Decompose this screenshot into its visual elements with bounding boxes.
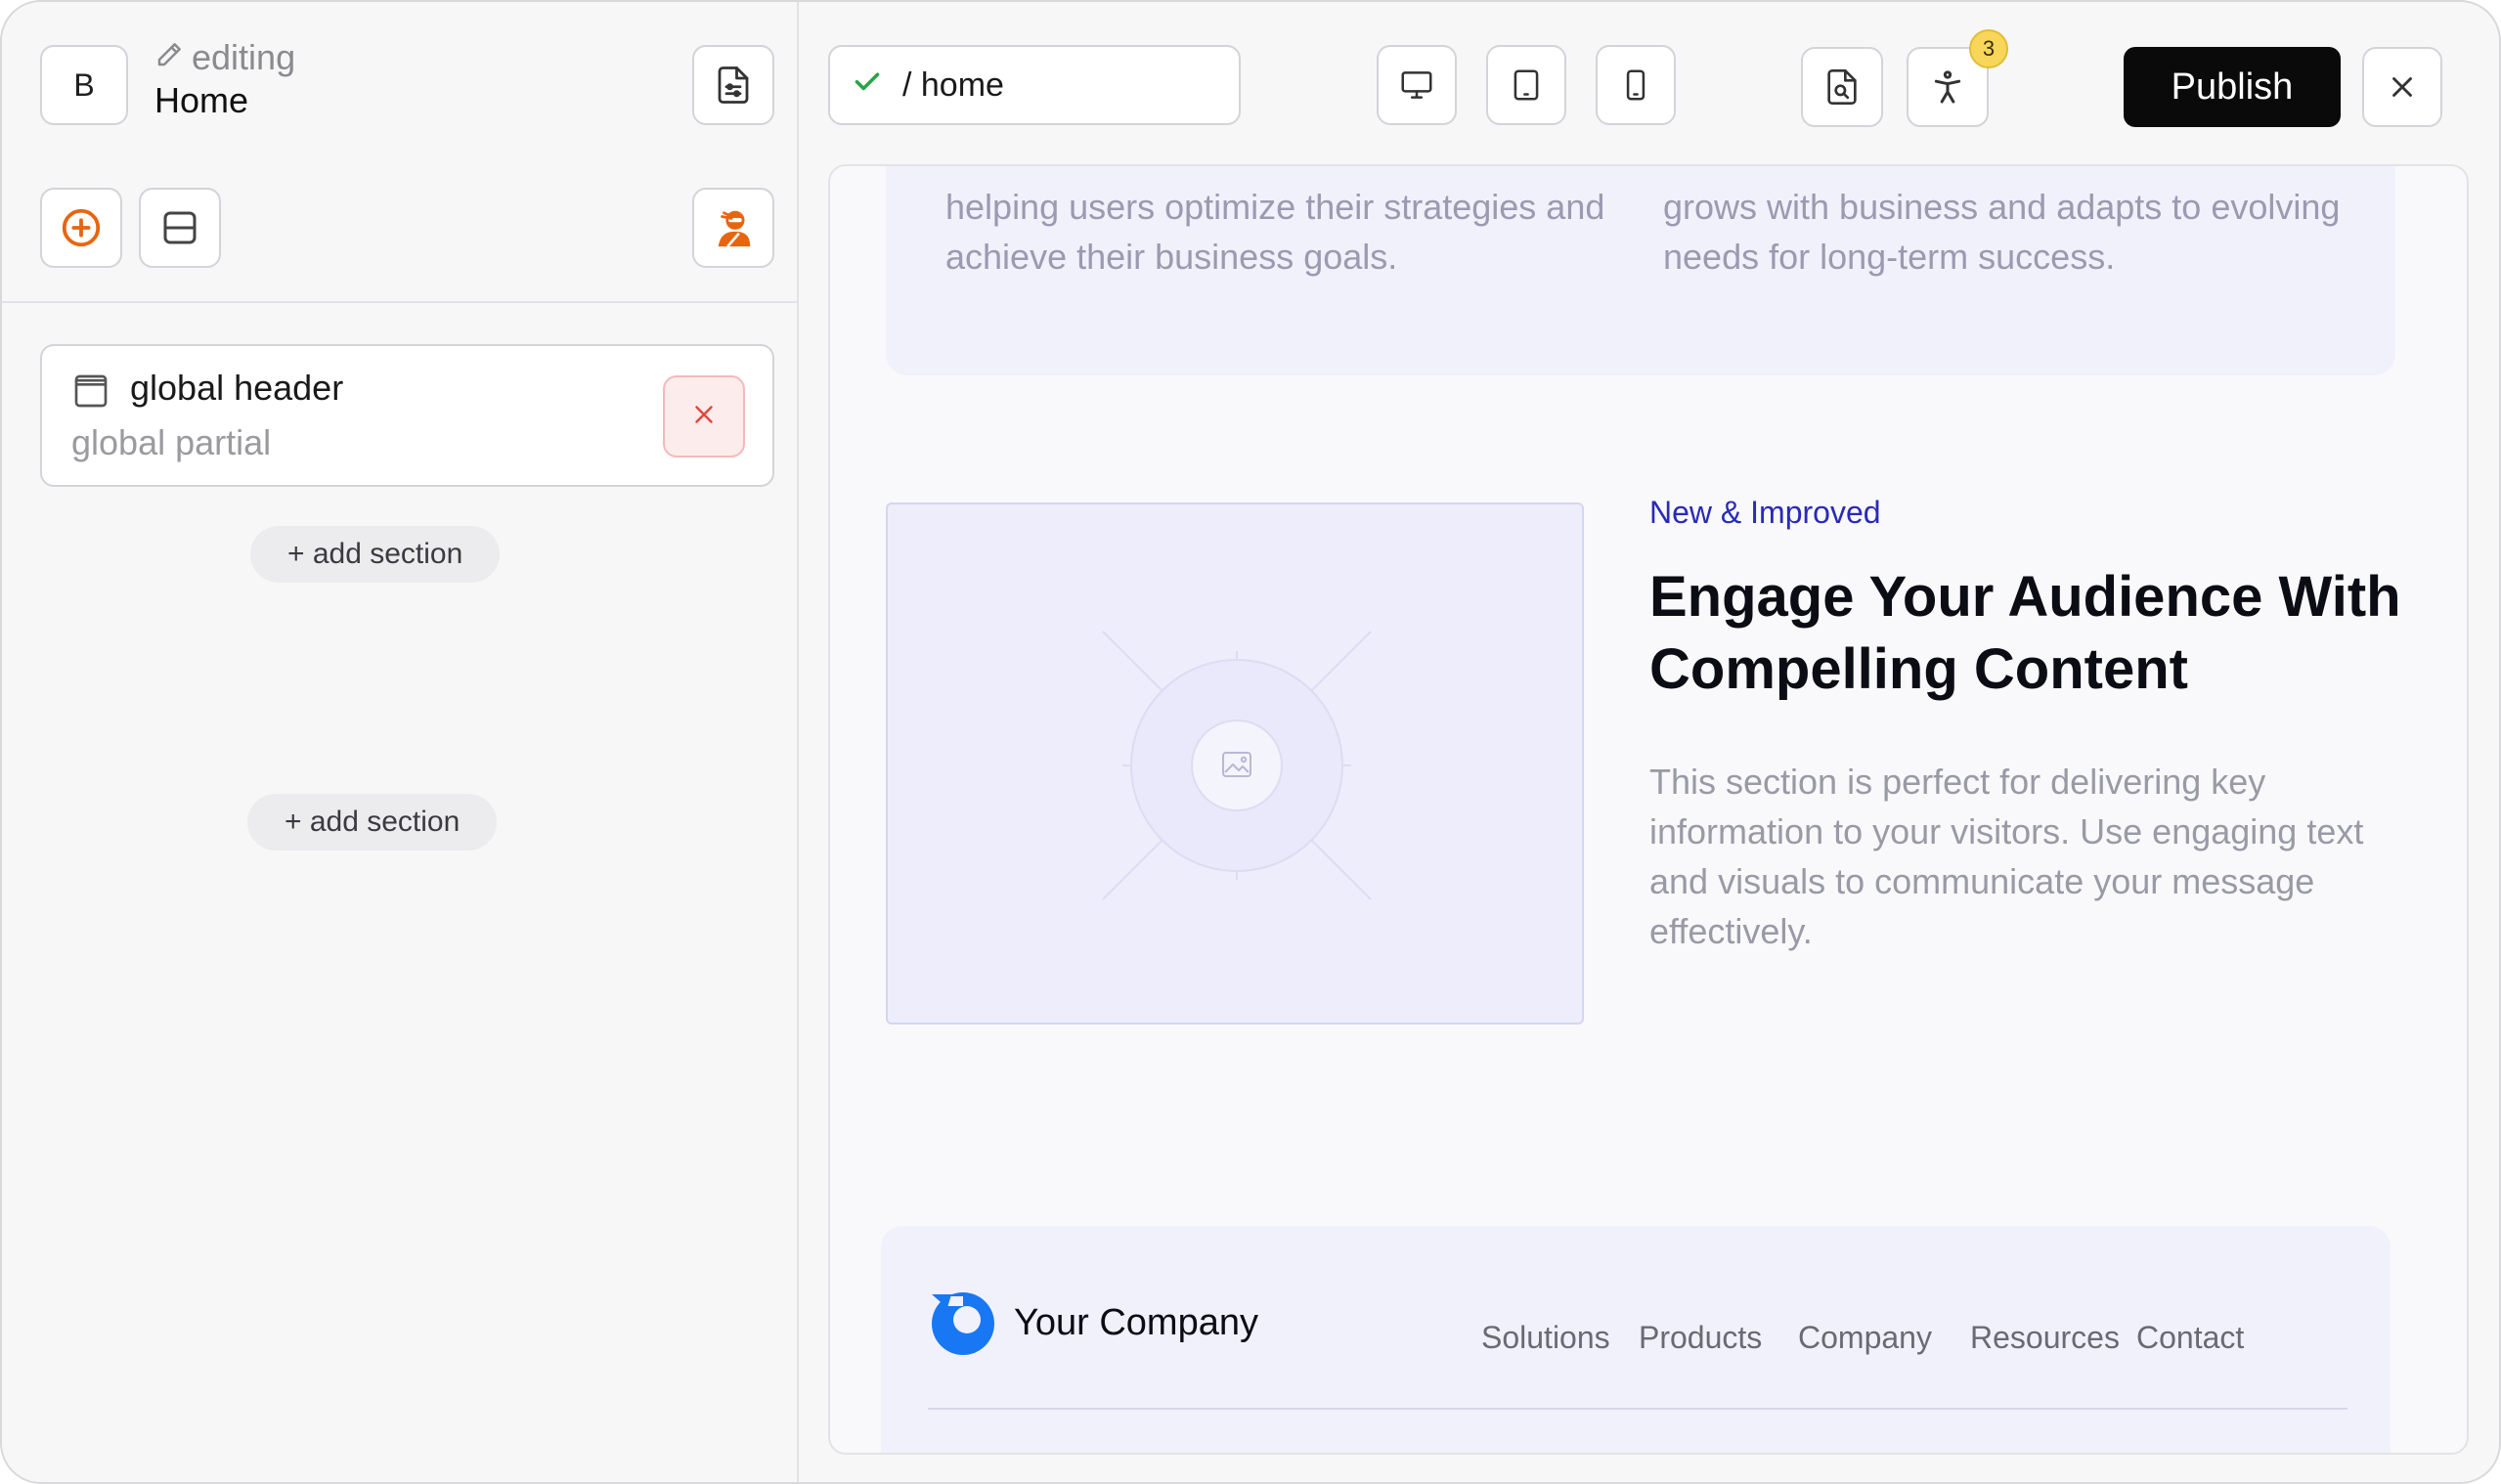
- document-settings-icon: [713, 65, 754, 106]
- image-placeholder[interactable]: [886, 502, 1584, 1025]
- sidebar: B editing Home global header global part…: [2, 2, 799, 1482]
- page-preview-canvas[interactable]: helping users optimize their strategies …: [828, 164, 2469, 1455]
- mobile-icon: [1617, 66, 1654, 104]
- section-title: global header: [130, 368, 344, 408]
- footer-divider: [928, 1408, 2347, 1410]
- footer-nav-company[interactable]: Company: [1798, 1320, 1932, 1356]
- seo-search-icon: [1822, 67, 1862, 107]
- avatar-initial: B: [73, 66, 95, 103]
- publish-button[interactable]: Publish: [2124, 47, 2341, 127]
- footer-nav-solutions[interactable]: Solutions: [1481, 1320, 1610, 1356]
- company-logo-icon: [928, 1287, 998, 1362]
- seo-settings-button[interactable]: [1801, 47, 1883, 127]
- section-subtitle: global partial: [71, 422, 272, 462]
- sidebar-divider: [2, 301, 799, 303]
- header-section-icon: [71, 371, 110, 415]
- editing-label: editing: [192, 37, 296, 77]
- footer-nav-contact[interactable]: Contact: [2136, 1320, 2244, 1356]
- tablet-icon: [1508, 66, 1545, 104]
- close-icon: [689, 400, 719, 434]
- device-mobile-button[interactable]: [1596, 45, 1676, 125]
- add-element-button[interactable]: [40, 188, 122, 268]
- page-name: Home: [154, 80, 249, 120]
- section-body: This section is perfect for delivering k…: [1649, 762, 2364, 951]
- add-section-button[interactable]: + add section: [250, 526, 501, 583]
- device-desktop-button[interactable]: [1377, 45, 1457, 125]
- section-card-global-header[interactable]: global header global partial: [40, 344, 774, 487]
- layout-button[interactable]: [139, 188, 221, 268]
- plus-circle-icon: [59, 205, 104, 250]
- workspace-avatar-button[interactable]: B: [40, 45, 128, 125]
- company-name: Your Company: [1014, 1302, 1258, 1343]
- close-editor-button[interactable]: [2362, 47, 2442, 127]
- check-icon: [850, 64, 885, 108]
- footer-nav-resources[interactable]: Resources: [1970, 1320, 2120, 1356]
- add-section-button[interactable]: + add section: [247, 794, 498, 851]
- accessibility-issue-badge: 3: [1969, 29, 2008, 68]
- accessibility-icon: [1928, 67, 1967, 107]
- app-window: B editing Home global header global part…: [0, 0, 2501, 1484]
- section-headline: Engage Your Audience With Compelling Con…: [1649, 565, 2401, 701]
- layout-split-icon: [160, 208, 199, 247]
- editing-status: editing: [154, 37, 295, 78]
- image-placeholder-graphic: [1102, 631, 1372, 900]
- footer-nav-products[interactable]: Products: [1639, 1320, 1762, 1356]
- footer-section[interactable]: Your Company Solutions Products Company …: [881, 1226, 2391, 1453]
- close-icon: [2386, 70, 2419, 104]
- page-url-field[interactable]: / home: [828, 45, 1241, 125]
- desktop-icon: [1398, 66, 1435, 104]
- feature-text-right: grows with business and adapts to evolvi…: [1663, 187, 2341, 277]
- url-path: / home: [902, 65, 1004, 104]
- device-tablet-button[interactable]: [1486, 45, 1566, 125]
- page-settings-button[interactable]: [692, 45, 774, 125]
- ai-assistant-button[interactable]: [692, 188, 774, 268]
- section-eyebrow: New & Improved: [1649, 495, 1881, 530]
- pencil-icon: [154, 37, 184, 78]
- ninja-avatar-icon: [711, 205, 756, 250]
- remove-section-button[interactable]: [663, 375, 745, 458]
- feature-text-left: helping users optimize their strategies …: [945, 187, 1605, 277]
